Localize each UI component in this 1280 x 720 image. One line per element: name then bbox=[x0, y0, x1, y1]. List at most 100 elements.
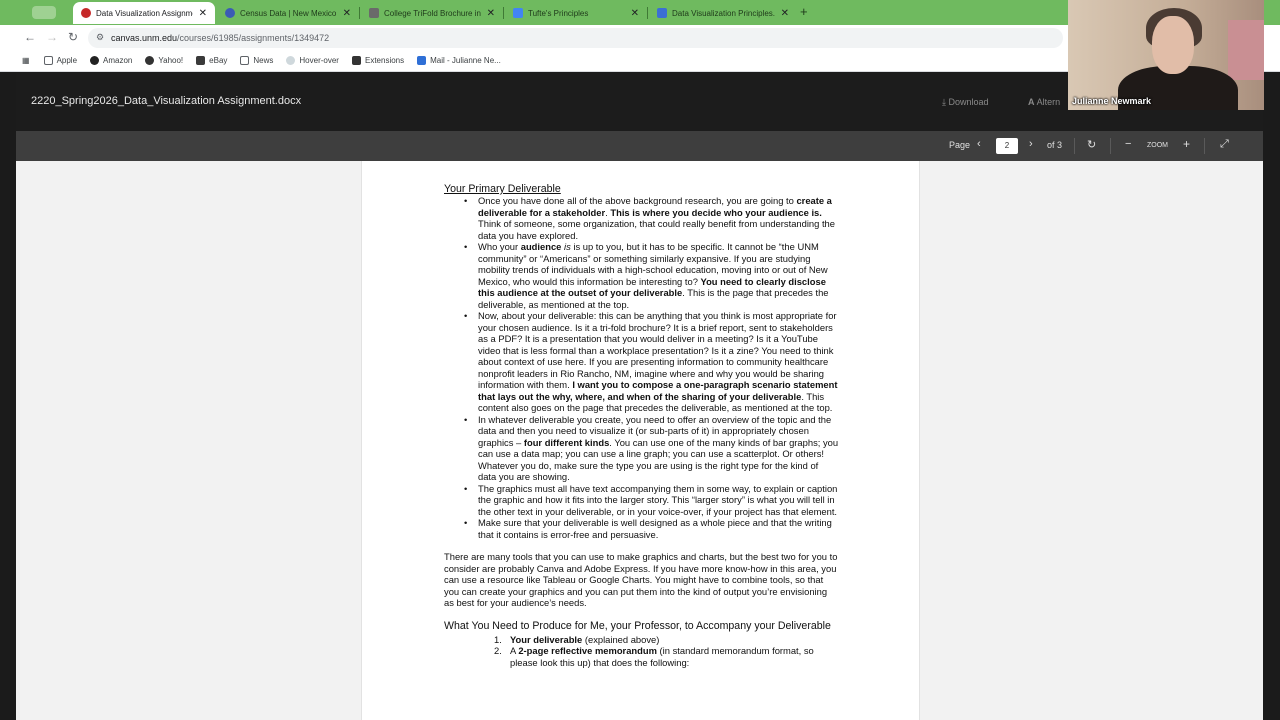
document-scroll-area[interactable]: Your Primary Deliverable Once you have d… bbox=[16, 161, 1263, 720]
tab-divider bbox=[503, 7, 504, 19]
bold-text: This is where you decide who your audien… bbox=[610, 206, 822, 218]
tab-data-visualization-principles[interactable]: Data Visualization Principles... ✕ bbox=[649, 2, 797, 24]
list-item: Make sure that your deliverable is well … bbox=[444, 517, 839, 540]
close-tab-icon[interactable]: ✕ bbox=[343, 8, 351, 19]
alternative-formats-button[interactable]: A Altern bbox=[1028, 97, 1060, 107]
zoom-out-icon[interactable]: − bbox=[1125, 138, 1131, 150]
site-info-icon[interactable]: ⚙ bbox=[96, 32, 104, 43]
list-item: 1. Your deliverable (explained above) bbox=[444, 634, 839, 646]
ebay-icon bbox=[196, 56, 206, 65]
bookmark-label: Amazon bbox=[103, 56, 133, 65]
list-number: 1. bbox=[494, 633, 502, 645]
list-item: The graphics must all have text accompan… bbox=[444, 483, 839, 518]
page-number-input[interactable]: 2 bbox=[996, 138, 1018, 154]
puzzle-icon bbox=[351, 56, 361, 65]
url-host: canvas.unm.edu bbox=[111, 33, 178, 43]
zoom-label: ZOOM bbox=[1147, 142, 1168, 149]
census-favicon-icon bbox=[225, 8, 235, 18]
list-item: Now, about your deliverable: this can be… bbox=[444, 310, 839, 414]
amazon-icon bbox=[90, 56, 100, 65]
forward-arrow-icon[interactable]: → bbox=[46, 30, 58, 44]
folder-icon bbox=[43, 56, 53, 65]
close-tab-icon[interactable]: ✕ bbox=[781, 8, 789, 19]
list-item: Who your audience is is up to you, but i… bbox=[444, 241, 839, 310]
page-controls-bar: Page ‹ 2 › of 3 ↻ − ZOOM + ⤢ bbox=[16, 131, 1263, 161]
window-edge bbox=[1263, 110, 1280, 720]
requirements-numbered-list: 1. Your deliverable (explained above) 2. A… bbox=[444, 634, 839, 669]
controls-divider bbox=[1074, 138, 1075, 154]
globe-favicon-icon bbox=[369, 8, 379, 18]
list-item: In whatever deliverable you create, you … bbox=[444, 414, 839, 483]
italic-text: is bbox=[561, 241, 571, 252]
bookmark-yahoo[interactable]: Yahoo! bbox=[145, 56, 183, 65]
download-button[interactable]: ⤓ Download bbox=[942, 97, 989, 108]
body-text: Now, about your deliverable: this can be… bbox=[478, 310, 837, 390]
tab-census-data[interactable]: Census Data | New Mexico P... ✕ bbox=[217, 2, 359, 24]
body-text: (explained above) bbox=[582, 633, 660, 645]
tools-paragraph: There are many tools that you can use to… bbox=[444, 551, 838, 608]
list-item: 2. A 2-page reflective memorandum (in sta… bbox=[444, 645, 839, 668]
close-tab-icon[interactable]: ✕ bbox=[487, 8, 495, 19]
bookmark-label: Yahoo! bbox=[158, 56, 184, 65]
tab-search-button[interactable] bbox=[32, 6, 56, 19]
page-label: Page bbox=[949, 140, 971, 150]
browser-window: Data Visualization Assignme... ✕ Census … bbox=[0, 0, 1280, 720]
slides-favicon-icon bbox=[513, 8, 523, 18]
rotate-icon[interactable]: ↻ bbox=[1087, 138, 1096, 151]
controls-divider bbox=[1204, 138, 1205, 154]
bookmark-apple[interactable]: Apple bbox=[43, 56, 78, 65]
yahoo-icon bbox=[145, 56, 155, 65]
back-arrow-icon[interactable]: ← bbox=[24, 30, 36, 44]
webcam-overlay: Julianne Newmark bbox=[1068, 0, 1264, 110]
page-count: of 3 bbox=[1047, 140, 1063, 150]
bookmark-mail[interactable]: Mail - Julianne Ne... bbox=[417, 56, 501, 65]
document-content: Your Primary Deliverable Once you have d… bbox=[444, 183, 839, 668]
bookmark-label: Hover-over bbox=[299, 56, 339, 65]
previous-page-icon[interactable]: ‹ bbox=[977, 138, 981, 150]
list-number: 2. bbox=[494, 645, 502, 656]
webcam-person-face bbox=[1152, 16, 1194, 74]
tab-tuftes-principles[interactable]: Tufte's Principles ✕ bbox=[505, 2, 647, 24]
tab-divider bbox=[359, 7, 360, 19]
document-title: 2220_Spring2026_Data_Visualization Assig… bbox=[31, 95, 302, 107]
section-heading-what-you-need: What You Need to Produce for Me, your Pr… bbox=[444, 619, 831, 632]
bookmark-news[interactable]: News bbox=[240, 56, 273, 65]
controls-divider bbox=[1110, 138, 1111, 154]
body-text: Who your bbox=[478, 241, 521, 252]
mail-icon bbox=[417, 56, 427, 65]
bookmark-label: eBay bbox=[209, 56, 228, 65]
zoom-in-icon[interactable]: + bbox=[1183, 137, 1190, 151]
bold-text: 2-page reflective memorandum bbox=[518, 645, 657, 656]
webcam-background-object bbox=[1228, 20, 1264, 80]
address-bar[interactable]: ⚙ canvas.unm.edu/courses/61985/assignmen… bbox=[88, 28, 1063, 48]
close-tab-icon[interactable]: ✕ bbox=[199, 8, 207, 19]
canvas-favicon-icon bbox=[81, 8, 91, 18]
alternative-formats-label: Altern bbox=[1036, 97, 1061, 107]
bookmark-ebay[interactable]: eBay bbox=[196, 56, 227, 65]
url-text: canvas.unm.edu/courses/61985/assignments… bbox=[111, 33, 329, 43]
bold-text: four different kinds bbox=[523, 436, 610, 448]
webcam-participant-name: Julianne Newmark bbox=[1072, 96, 1152, 106]
bookmark-extensions[interactable]: Extensions bbox=[351, 56, 405, 65]
next-page-icon[interactable]: › bbox=[1029, 138, 1033, 150]
new-tab-button[interactable]: + bbox=[800, 4, 808, 19]
fullscreen-icon[interactable]: ⤢ bbox=[1220, 138, 1229, 151]
document-page: Your Primary Deliverable Once you have d… bbox=[361, 161, 920, 720]
tab-data-visualization-assignment[interactable]: Data Visualization Assignme... ✕ bbox=[73, 2, 215, 24]
body-text: Think of someone, some organization, tha… bbox=[478, 218, 835, 241]
tab-divider bbox=[647, 7, 648, 19]
bookmark-hover-over[interactable]: Hover-over bbox=[286, 56, 339, 65]
apps-grid-icon[interactable]: ▦ bbox=[22, 56, 30, 65]
medium-favicon-icon bbox=[657, 8, 667, 18]
cloud-icon bbox=[286, 56, 296, 65]
url-path: /courses/61985/assignments/1349472 bbox=[177, 33, 330, 43]
bookmark-label: Mail - Julianne Ne... bbox=[430, 56, 501, 65]
bookmark-amazon[interactable]: Amazon bbox=[90, 56, 132, 65]
reload-icon[interactable]: ↻ bbox=[68, 30, 78, 44]
list-item: Once you have done all of the above back… bbox=[444, 195, 839, 241]
bookmark-label: Extensions bbox=[364, 56, 405, 65]
close-tab-icon[interactable]: ✕ bbox=[631, 8, 639, 19]
tab-college-trifold[interactable]: College TriFold Brochure in P... ✕ bbox=[361, 2, 503, 24]
bookmark-label: Apple bbox=[56, 56, 78, 65]
folder-icon bbox=[240, 56, 250, 65]
